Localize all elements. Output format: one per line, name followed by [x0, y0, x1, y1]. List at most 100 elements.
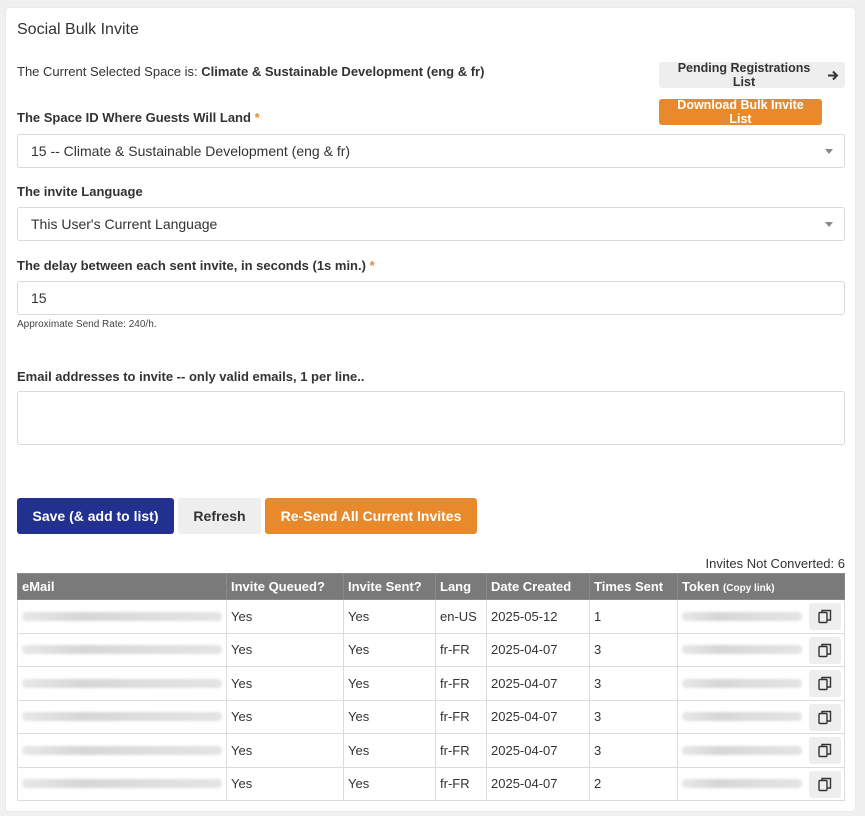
table-row: Yes Yes en-US 2025-05-12 1 — [17, 599, 845, 634]
download-bulk-invite-button[interactable]: Download Bulk Invite List — [659, 98, 822, 126]
copy-icon — [818, 643, 832, 658]
emails-textarea[interactable] — [17, 391, 845, 445]
refresh-button[interactable]: Refresh — [178, 498, 261, 534]
invite-queued-cell: Yes — [226, 599, 344, 634]
copy-icon — [818, 777, 832, 792]
redacted-email — [22, 611, 222, 621]
redacted-token — [682, 779, 802, 789]
invites-not-converted-count: Invites Not Converted: 6 — [705, 556, 845, 571]
copy-icon — [818, 710, 832, 725]
lang-cell: fr-FR — [435, 699, 487, 734]
invite-queued-cell: Yes — [226, 766, 344, 801]
times-sent-cell: 3 — [589, 733, 678, 768]
caret-down-icon — [825, 149, 833, 154]
email-cell — [17, 632, 227, 667]
redacted-token — [682, 611, 802, 621]
arrow-right-icon — [828, 70, 839, 80]
pending-registrations-button[interactable]: Pending Registrations List — [659, 61, 845, 89]
copy-link-button[interactable] — [809, 703, 841, 731]
lang-cell: fr-FR — [435, 632, 487, 667]
required-mark: * — [369, 258, 375, 273]
invite-queued-cell: Yes — [226, 733, 344, 768]
copy-link-button[interactable] — [809, 603, 841, 630]
col-token-copy-hint: (Copy link) — [722, 583, 775, 594]
lang-cell: fr-FR — [435, 733, 487, 768]
table-row: Yes Yes fr-FR 2025-04-07 2 — [17, 766, 845, 801]
invite-language-label: The invite Language — [17, 184, 143, 199]
delay-input[interactable]: 15 — [17, 281, 845, 315]
caret-down-icon — [825, 222, 833, 227]
table-row: Yes Yes fr-FR 2025-04-07 3 — [17, 666, 845, 701]
date-created-cell: 2025-04-07 — [486, 666, 590, 701]
copy-icon — [818, 676, 832, 691]
copy-icon — [818, 743, 832, 758]
col-email: eMail — [17, 573, 227, 600]
col-date-created: Date Created — [486, 573, 590, 600]
col-invite-sent: Invite Sent? — [343, 573, 436, 600]
space-id-label: The Space ID Where Guests Will Land * — [17, 110, 260, 125]
date-created-cell: 2025-04-07 — [486, 766, 590, 801]
table-header-row: eMail Invite Queued? Invite Sent? Lang D… — [17, 573, 845, 600]
table-row: Yes Yes fr-FR 2025-04-07 3 — [17, 632, 845, 667]
pending-registrations-label: Pending Registrations List — [677, 61, 811, 89]
redacted-token — [682, 745, 802, 755]
token-cell — [677, 632, 845, 667]
times-sent-cell: 3 — [589, 699, 678, 734]
copy-icon — [818, 609, 832, 624]
copy-link-button[interactable] — [809, 737, 841, 764]
resend-all-invites-button[interactable]: Re-Send All Current Invites — [265, 498, 477, 534]
email-cell — [17, 699, 227, 734]
lang-cell: en-US — [435, 599, 487, 634]
save-add-to-list-button[interactable]: Save (& add to list) — [17, 498, 174, 534]
date-created-cell: 2025-04-07 — [486, 632, 590, 667]
token-cell — [677, 766, 845, 801]
token-cell — [677, 733, 845, 768]
invite-queued-cell: Yes — [226, 699, 344, 734]
redacted-token — [682, 678, 802, 688]
redacted-email — [22, 745, 222, 755]
current-space-text: The Current Selected Space is: Climate &… — [17, 64, 484, 79]
copy-link-button[interactable] — [809, 670, 841, 697]
times-sent-cell: 1 — [589, 599, 678, 634]
email-cell — [17, 599, 227, 634]
lang-cell: fr-FR — [435, 766, 487, 801]
invites-table: eMail Invite Queued? Invite Sent? Lang D… — [17, 573, 845, 801]
current-space-prefix: The Current Selected Space is: — [17, 64, 198, 79]
current-space-name: Climate & Sustainable Development (eng &… — [201, 64, 485, 79]
invite-queued-cell: Yes — [226, 632, 344, 667]
col-invite-queued: Invite Queued? — [226, 573, 344, 600]
redacted-email — [22, 712, 222, 722]
delay-label: The delay between each sent invite, in s… — [17, 258, 375, 273]
col-times-sent: Times Sent — [589, 573, 678, 600]
invite-language-select-value: This User's Current Language — [31, 216, 218, 232]
table-row: Yes Yes fr-FR 2025-04-07 3 — [17, 733, 845, 768]
invite-language-select[interactable]: This User's Current Language — [17, 207, 845, 241]
copy-link-button[interactable] — [809, 770, 841, 798]
token-cell — [677, 599, 845, 634]
token-cell — [677, 699, 845, 734]
date-created-cell: 2025-04-07 — [486, 733, 590, 768]
invite-sent-cell: Yes — [343, 632, 436, 667]
social-bulk-invite-panel: Social Bulk Invite The Current Selected … — [6, 8, 855, 811]
invite-sent-cell: Yes — [343, 766, 436, 801]
col-token: Token (Copy link) — [677, 573, 845, 600]
required-mark: * — [254, 110, 260, 125]
email-cell — [17, 766, 227, 801]
col-token-label: Token — [682, 579, 720, 594]
invite-queued-cell: Yes — [226, 666, 344, 701]
emails-label: Email addresses to invite -- only valid … — [17, 369, 365, 384]
space-id-select[interactable]: 15 -- Climate & Sustainable Development … — [17, 134, 845, 168]
email-cell — [17, 666, 227, 701]
times-sent-cell: 2 — [589, 766, 678, 801]
space-id-select-value: 15 -- Climate & Sustainable Development … — [31, 143, 351, 159]
invite-sent-cell: Yes — [343, 699, 436, 734]
times-sent-cell: 3 — [589, 666, 678, 701]
copy-link-button[interactable] — [809, 636, 841, 664]
times-sent-cell: 3 — [589, 632, 678, 667]
token-cell — [677, 666, 845, 701]
col-lang: Lang — [435, 573, 487, 600]
date-created-cell: 2025-05-12 — [486, 599, 590, 634]
delay-input-value: 15 — [31, 290, 47, 306]
redacted-token — [682, 645, 802, 655]
invite-sent-cell: Yes — [343, 666, 436, 701]
